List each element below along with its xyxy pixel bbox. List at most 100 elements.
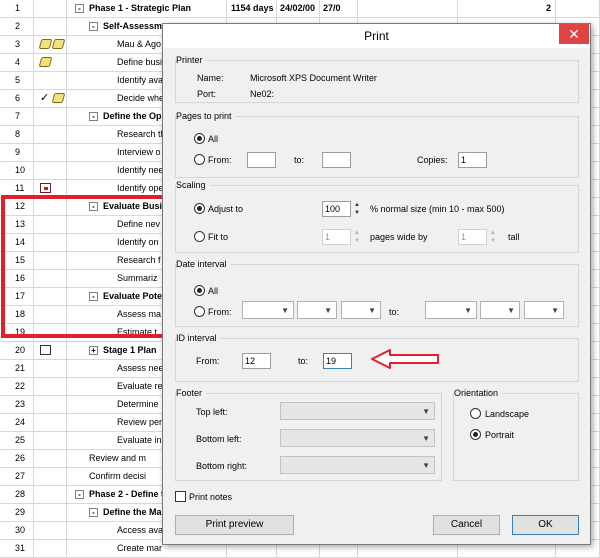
task-name: Define the Opp <box>103 111 168 121</box>
chevron-down-icon: ▼ <box>551 306 559 315</box>
chevron-down-icon: ▼ <box>422 407 430 416</box>
row-indicators <box>34 450 67 468</box>
row-indicators <box>34 72 67 90</box>
date-from-radio[interactable] <box>194 306 205 317</box>
fit-to-label: Fit to <box>208 232 229 242</box>
id-interval-group-label: ID interval <box>176 332 221 344</box>
row-id: 25 <box>0 432 34 450</box>
note-icon <box>51 93 66 103</box>
row-id: 30 <box>0 522 34 540</box>
footer-group: Footer Top left: ▼ Bottom left: ▼ Bottom… <box>175 387 442 481</box>
pages-to-label: to: <box>294 155 305 165</box>
pages-from-radio[interactable] <box>194 154 205 165</box>
date-from-day-select[interactable]: ▼ <box>242 301 294 319</box>
row-indicators <box>34 18 67 36</box>
row-id: 4 <box>0 54 34 72</box>
date-from-month-select[interactable]: ▼ <box>297 301 337 319</box>
fit-wide-input[interactable]: 1 <box>322 229 351 245</box>
collapse-icon[interactable]: - <box>89 508 98 518</box>
fit-to-radio[interactable] <box>194 231 205 242</box>
task-name: Confirm decisi <box>89 471 147 481</box>
chevron-down-icon: ▼ <box>464 306 472 315</box>
task-name: Mau & Ago <box>117 39 162 49</box>
row-id: 2 <box>0 18 34 36</box>
date-to-day-select[interactable]: ▼ <box>425 301 477 319</box>
top-left-label: Top left: <box>196 407 228 417</box>
id-from-input[interactable]: 12 <box>242 353 271 369</box>
row-indicators <box>34 396 67 414</box>
date-all-radio[interactable] <box>194 285 205 296</box>
row-indicators <box>34 144 67 162</box>
note-icon <box>38 57 53 67</box>
ok-button[interactable]: OK <box>512 515 579 535</box>
date-interval-group-label: Date interval <box>176 258 231 270</box>
date-to-year-select[interactable]: ▼ <box>524 301 564 319</box>
task-name: Assess nee <box>117 363 164 373</box>
bottom-right-select[interactable]: ▼ <box>280 456 435 474</box>
row-indicators <box>34 54 67 72</box>
fit-tall-input[interactable]: 1 <box>458 229 487 245</box>
expand-icon[interactable]: + <box>89 346 98 356</box>
row-indicators <box>34 504 67 522</box>
close-button[interactable]: ✕ <box>559 24 589 44</box>
collapse-icon[interactable]: - <box>75 4 84 14</box>
start-cell: 24/02/00 <box>277 0 320 18</box>
row-indicators <box>34 414 67 432</box>
date-all-label: All <box>208 286 219 296</box>
row-indicators <box>34 126 67 144</box>
pages-to-input[interactable] <box>322 152 351 168</box>
row-id: 9 <box>0 144 34 162</box>
table-row[interactable]: 1- Phase 1 - Strategic Plan 1154 days 24/02… <box>0 0 600 18</box>
cancel-button[interactable]: Cancel <box>433 515 500 535</box>
pages-group: Pages to print All From: to: Copies: 1 <box>175 110 579 178</box>
top-left-select[interactable]: ▼ <box>280 402 435 420</box>
print-dialog: Print ✕ Printer Name: Microsoft XPS Docu… <box>162 23 591 545</box>
landscape-label: Landscape <box>485 409 530 419</box>
date-to-label: to: <box>389 307 400 317</box>
task-name: Evaluate re <box>117 381 163 391</box>
fit-tall-suffix: tall <box>508 232 520 242</box>
id-to-label: to: <box>298 356 309 366</box>
chevron-down-icon: ▼ <box>422 434 430 443</box>
task-name: Decide whe <box>117 93 165 103</box>
pages-all-radio[interactable] <box>194 133 205 144</box>
printer-name-value: Microsoft XPS Document Writer <box>250 73 377 83</box>
extra-cell: 2 <box>458 0 556 18</box>
fit-tall-spinner[interactable]: ▲ ▼ <box>489 229 497 245</box>
adjust-to-spinner[interactable]: ▲ ▼ <box>353 201 361 217</box>
row-id: 22 <box>0 378 34 396</box>
portrait-radio[interactable] <box>470 429 481 440</box>
printer-group: Printer Name: Microsoft XPS Document Wri… <box>175 54 579 103</box>
adjust-to-radio[interactable] <box>194 203 205 214</box>
collapse-icon[interactable]: - <box>75 490 84 500</box>
collapse-icon[interactable]: - <box>89 112 98 122</box>
row-indicators <box>34 522 67 540</box>
chevron-down-icon: ▼ <box>422 461 430 470</box>
row-indicators <box>34 162 67 180</box>
date-from-year-select[interactable]: ▼ <box>341 301 381 319</box>
fit-wide-spinner[interactable]: ▲ ▼ <box>353 229 361 245</box>
row-id: 3 <box>0 36 34 54</box>
task-name: Phase 1 - Strategic Plan <box>89 3 192 13</box>
scaling-group: Scaling Adjust to 100 ▲ ▼ % normal size (… <box>175 179 579 253</box>
task-name-cell[interactable]: - Phase 1 - Strategic Plan <box>67 0 227 18</box>
calendar-icon <box>40 183 51 193</box>
task-name: Interview o <box>117 147 161 157</box>
task-name: Identify ava <box>117 75 164 85</box>
chevron-down-icon: ▼ <box>281 306 289 315</box>
collapse-icon[interactable]: - <box>89 22 98 32</box>
printer-port-value: Ne02: <box>250 89 275 99</box>
copies-input[interactable]: 1 <box>458 152 487 168</box>
print-preview-button[interactable]: Print preview <box>175 515 294 535</box>
pages-group-label: Pages to print <box>176 110 236 122</box>
duration-cell: 1154 days <box>227 0 277 18</box>
dialog-title: Print <box>364 29 389 43</box>
bottom-left-select[interactable]: ▼ <box>280 429 435 447</box>
adjust-to-input[interactable]: 100 <box>322 201 351 217</box>
print-notes-checkbox[interactable] <box>175 491 186 502</box>
date-to-month-select[interactable]: ▼ <box>480 301 520 319</box>
landscape-radio[interactable] <box>470 408 481 419</box>
row-id: 7 <box>0 108 34 126</box>
id-to-input[interactable]: 19 <box>323 353 352 369</box>
pages-from-input[interactable] <box>247 152 276 168</box>
